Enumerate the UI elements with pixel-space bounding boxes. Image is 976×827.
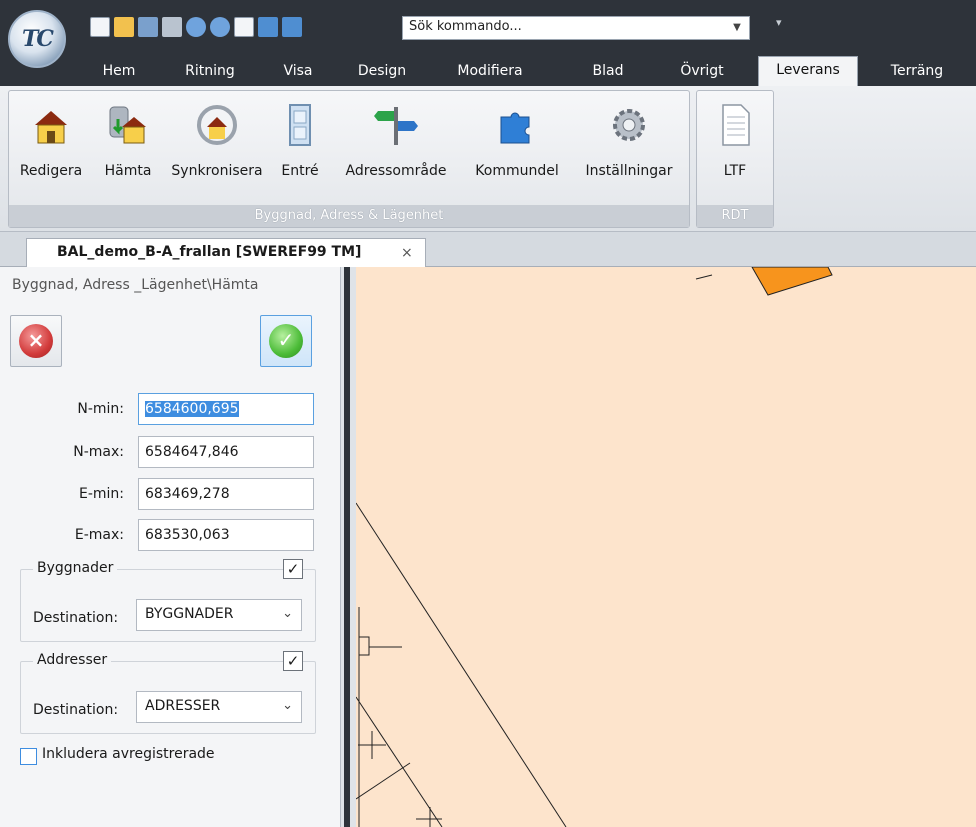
n-max-label: N-max: (73, 444, 124, 460)
map-line (695, 274, 713, 280)
tab-terrang[interactable]: Terräng (872, 60, 962, 86)
byggnader-title: Byggnader (33, 560, 118, 576)
zoom-icon[interactable] (258, 17, 278, 37)
ribbon-tabs: Hem Ritning Visa Design Modifiera Blad Ö… (0, 52, 976, 86)
building-polygon (751, 267, 833, 296)
tab-hem[interactable]: Hem (82, 60, 156, 86)
puzzle-icon (500, 112, 530, 144)
database-download-icon (109, 106, 146, 144)
kommundel-label: Kommundel (475, 163, 559, 179)
map-symbol (358, 636, 370, 656)
chevron-down-icon: ⌄ (282, 606, 293, 621)
new-file-icon[interactable] (90, 17, 110, 37)
document-icon (722, 104, 750, 146)
hamta-button[interactable]: Hämta (97, 103, 159, 183)
house-edit-icon (35, 111, 67, 144)
command-search-input[interactable]: Sök kommando... (402, 16, 750, 40)
refresh-icon[interactable] (282, 17, 302, 37)
n-min-input[interactable]: 6584600,695 (138, 393, 314, 425)
group-rdt: LTF RDT (696, 90, 774, 228)
ltf-button[interactable]: LTF (705, 103, 765, 183)
sync-house-icon (197, 105, 237, 145)
hamta-panel: Byggnad, Adress _Lägenhet\Hämta × ✓ N-mi… (0, 267, 341, 827)
map-line (356, 696, 443, 827)
redigera-button[interactable]: Redigera (9, 103, 93, 183)
ok-button[interactable]: ✓ (260, 315, 312, 367)
panel-splitter[interactable] (341, 267, 356, 827)
byggnader-group: Byggnader ✓ Destination: BYGGNADER ⌄ (20, 559, 316, 642)
breadcrumb: Byggnad, Adress _Lägenhet\Hämta (12, 277, 259, 293)
addresser-checkbox[interactable]: ✓ (283, 651, 303, 671)
byggnader-destination-select[interactable]: BYGGNADER ⌄ (136, 599, 302, 631)
save-icon[interactable] (138, 17, 158, 37)
group-label-byggnad: Byggnad, Adress & Lägenhet (9, 205, 689, 227)
adressomrade-label: Adressområde (345, 163, 447, 179)
chevron-down-icon: ⌄ (282, 698, 293, 713)
map-line (356, 762, 411, 800)
entre-label: Entré (281, 163, 319, 179)
installningar-button[interactable]: Inställningar (571, 103, 687, 183)
checkmark-icon: ✓ (269, 324, 303, 358)
synkronisera-label: Synkronisera (171, 163, 263, 179)
entre-button[interactable]: Entré (277, 103, 323, 183)
addresser-destination-select[interactable]: ADRESSER ⌄ (136, 691, 302, 723)
tab-visa[interactable]: Visa (270, 60, 326, 86)
customize-toolbar-icon[interactable]: ▾ (776, 16, 782, 29)
addresser-destination-value: ADRESSER (145, 698, 221, 714)
redo-icon[interactable] (210, 17, 230, 37)
e-min-input[interactable]: 683469,278 (138, 478, 314, 510)
e-max-label: E-max: (74, 527, 124, 543)
cancel-button[interactable]: × (10, 315, 62, 367)
document-tab-strip: BAL_demo_B-A_frallan [SWEREF99 TM] × (0, 232, 976, 268)
document-tab-label: BAL_demo_B-A_frallan [SWEREF99 TM] (57, 244, 362, 260)
addresser-group: Addresser ✓ Destination: ADRESSER ⌄ (20, 651, 316, 734)
cancel-icon: × (19, 324, 53, 358)
include-unregistered-checkbox[interactable] (20, 748, 37, 765)
e-min-label: E-min: (78, 486, 124, 502)
tab-design[interactable]: Design (344, 60, 420, 86)
title-bar: TC Sök kommando... ▼ ▾ (0, 0, 976, 68)
print-icon[interactable] (162, 17, 182, 37)
gear-icon (613, 109, 645, 141)
group-byggnad-adress: Redigera Hämta Synkronisera Entré Adress… (8, 90, 690, 228)
e-max-input[interactable]: 683530,063 (138, 519, 314, 551)
adressomrade-button[interactable]: Adressområde (331, 103, 461, 183)
tab-leverans[interactable]: Leverans (758, 56, 858, 86)
byggnader-checkbox[interactable]: ✓ (283, 559, 303, 579)
ribbon-panel: Redigera Hämta Synkronisera Entré Adress… (0, 86, 976, 232)
installningar-label: Inställningar (585, 163, 673, 179)
byggnader-destination-label: Destination: (33, 610, 119, 626)
close-icon[interactable]: × (401, 245, 413, 261)
group-label-rdt: RDT (697, 205, 773, 227)
undo-icon[interactable] (186, 17, 206, 37)
tab-blad[interactable]: Blad (580, 60, 636, 86)
n-min-label: N-min: (77, 401, 124, 417)
n-max-input[interactable]: 6584647,846 (138, 436, 314, 468)
tab-modifiera[interactable]: Modifiera (440, 60, 540, 86)
search-dropdown-chevron-icon[interactable]: ▼ (726, 17, 748, 39)
addresser-title: Addresser (33, 652, 112, 668)
drawing-canvas[interactable] (356, 267, 976, 827)
open-folder-icon[interactable] (114, 17, 134, 37)
addresser-destination-label: Destination: (33, 702, 119, 718)
app-logo-button[interactable]: TC (8, 10, 66, 68)
ltf-label: LTF (723, 163, 747, 179)
byggnader-destination-value: BYGGNADER (145, 606, 234, 622)
tab-ritning[interactable]: Ritning (168, 60, 252, 86)
hamta-label: Hämta (104, 163, 152, 179)
map-drawing (356, 267, 833, 827)
synkronisera-button[interactable]: Synkronisera (161, 103, 273, 183)
kommundel-button[interactable]: Kommundel (465, 103, 569, 183)
signpost-icon (374, 107, 418, 145)
document-tab[interactable]: BAL_demo_B-A_frallan [SWEREF99 TM] × (26, 238, 426, 268)
door-icon (289, 104, 311, 146)
quick-access-toolbar (90, 17, 302, 39)
tab-ovrigt[interactable]: Övrigt (664, 60, 740, 86)
include-unregistered-label: Inkludera avregistrerade (42, 746, 215, 762)
redigera-label: Redigera (19, 163, 83, 179)
app-logo-text: TC (22, 26, 54, 52)
export-icon[interactable] (234, 17, 254, 37)
